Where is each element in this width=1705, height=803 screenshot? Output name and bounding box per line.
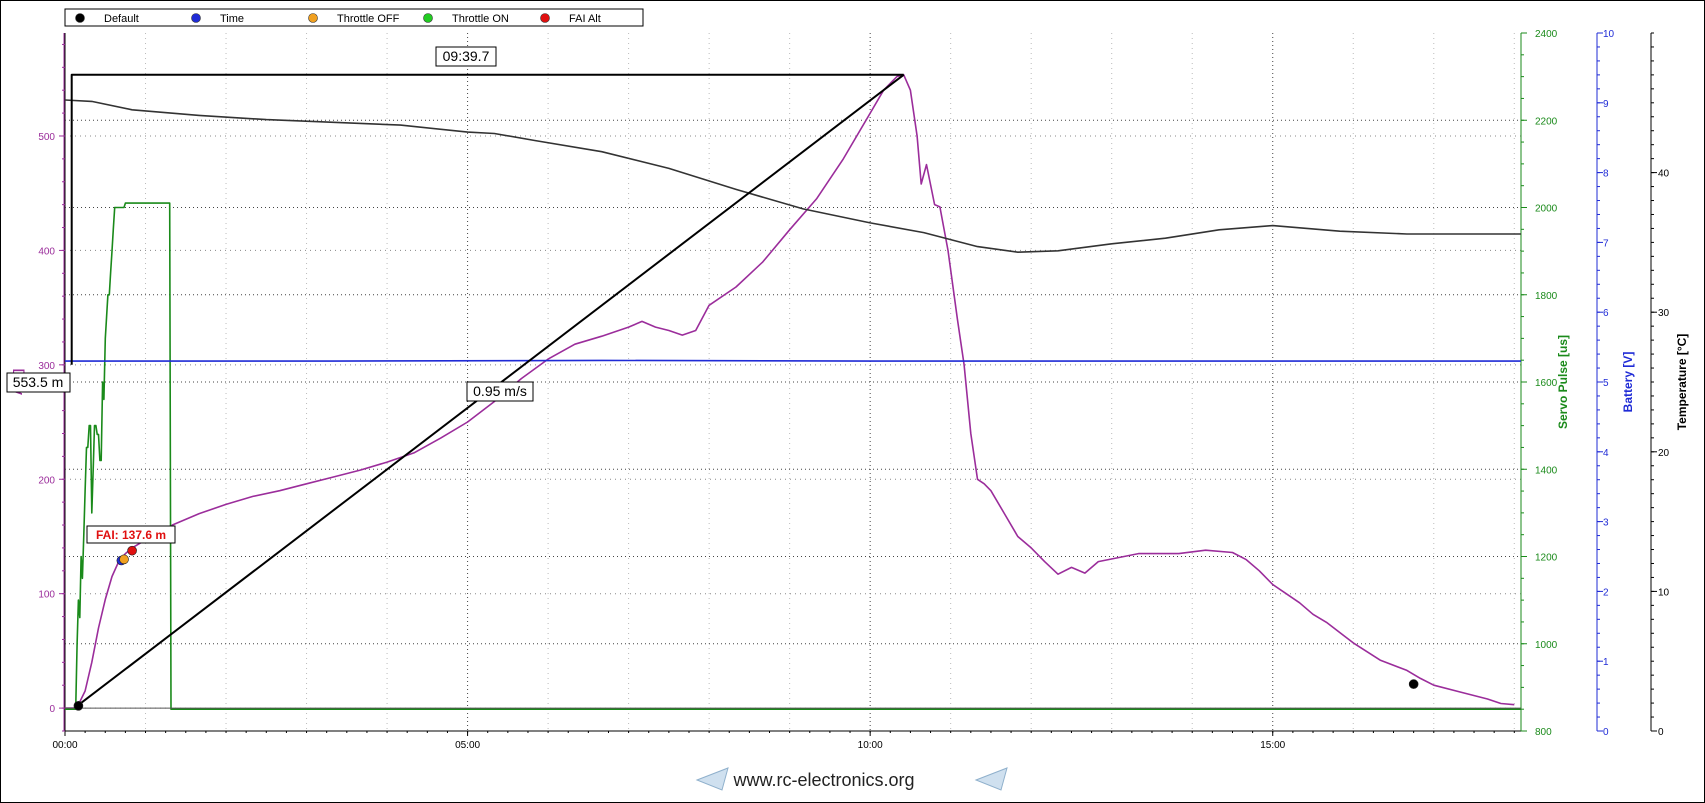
legend-label-0: Default [104,13,139,25]
fai-label: FAI: 137.6 m [96,528,166,542]
max-time-annotation: 09:39.7 [435,46,497,67]
axes: 00:0005:0010:0015:000100200300400500A m]… [11,29,1689,751]
watermark: www.rc-electronics.org [695,767,1008,791]
series-max-bracket [70,73,904,365]
battery-tick-label: 3 [1603,518,1609,529]
servo-axis-title: Servo Pulse [us] [1556,335,1570,429]
alt-tick-label: 100 [38,590,55,601]
battery-tick-label: 0 [1603,727,1609,738]
paper-plane-left-icon [695,767,729,791]
battery-tick-label: 6 [1603,308,1609,319]
legend-marker-1 [191,13,201,23]
servo-tick-label: 2200 [1535,116,1558,127]
x-tick-label: 05:00 [455,740,480,751]
battery-tick-label: 8 [1603,169,1609,180]
climb-rate-annotation: 0.95 m/s [466,381,534,402]
x-tick-label: 10:00 [858,740,883,751]
max-alt-label: 553.5 m [13,374,64,390]
marker-default [1408,679,1419,689]
temp-tick-label: 0 [1658,727,1664,738]
plot-grid [64,33,1522,732]
temp-tick-label: 20 [1658,448,1670,459]
max-time-label: 09:39.7 [443,48,490,64]
marker-throttle-off [119,554,129,565]
servo-tick-label: 2400 [1535,29,1558,40]
alt-tick-label: 500 [38,132,55,143]
series-servo [65,202,1521,710]
markers-layer [73,545,1419,711]
servo-tick-label: 1400 [1535,465,1558,476]
legend-label-1: Time [220,13,244,25]
battery-tick-label: 7 [1603,238,1609,249]
battery-tick-label: 2 [1603,587,1609,598]
legend-marker-0 [75,13,85,23]
max-alt-annotation: 553.5 m [6,372,71,393]
battery-axis-title: Battery [V] [1621,352,1635,413]
marker-fai-alt [127,545,137,556]
alt-tick-label: 0 [49,704,55,715]
alt-tick-label: 200 [38,475,55,486]
battery-tick-label: 1 [1603,657,1609,668]
legend-marker-3 [423,13,433,23]
legend-label-3: Throttle ON [452,13,509,25]
battery-tick-label: 4 [1603,448,1609,459]
servo-tick-label: 2000 [1535,204,1558,215]
servo-tick-label: 1200 [1535,553,1558,564]
marker-default [73,701,84,711]
paper-plane-right-icon [974,767,1008,791]
servo-tick-label: 1800 [1535,291,1558,302]
temp-axis-title: Temperature [°C] [1675,334,1689,431]
x-tick-label: 00:00 [52,740,77,751]
watermark-text: www.rc-electronics.org [732,770,914,790]
flight-log-chart: Default Time Throttle OFF Throttle ON FAI Al… [6,8,1689,791]
temp-tick-label: 40 [1658,169,1670,180]
temp-tick-label: 30 [1658,308,1670,319]
legend: Default Time Throttle OFF Throttle ON FAI Al… [64,8,644,27]
alt-tick-label: 400 [38,246,55,257]
series-temperature [64,99,1521,253]
legend-marker-2 [308,13,318,23]
servo-tick-label: 1000 [1535,640,1558,651]
temp-tick-label: 10 [1658,587,1670,598]
legend-marker-4 [540,13,550,23]
legend-label-2: Throttle OFF [337,13,400,25]
battery-tick-label: 10 [1603,29,1615,40]
alt-tick-label: 300 [38,361,55,372]
servo-tick-label: 1600 [1535,378,1558,389]
climb-rate-label: 0.95 m/s [473,383,527,399]
battery-tick-label: 9 [1603,99,1609,110]
legend-label-4: FAI Alt [569,13,601,25]
series-battery [65,359,1521,362]
servo-tick-label: 800 [1535,727,1552,738]
series-layer [64,73,1521,710]
fai-annotation: FAI: 137.6 m [86,525,176,544]
battery-tick-label: 5 [1603,378,1609,389]
x-tick-label: 15:00 [1260,740,1285,751]
